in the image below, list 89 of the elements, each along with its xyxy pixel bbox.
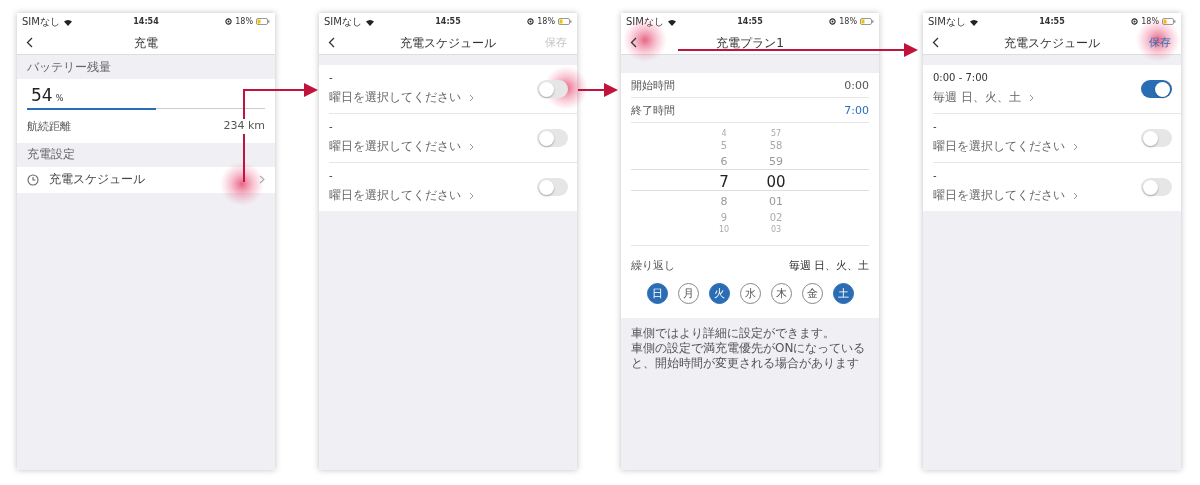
battery-percent: 18% bbox=[1141, 17, 1159, 26]
weekday-toggle[interactable]: 金 bbox=[801, 283, 823, 304]
toggle-switch[interactable] bbox=[1141, 80, 1172, 98]
chevron-icon bbox=[469, 191, 474, 200]
hour-option[interactable]: 7 bbox=[719, 171, 729, 193]
minute-option[interactable]: 00 bbox=[766, 171, 786, 193]
time-value[interactable]: 0:00 bbox=[844, 78, 869, 92]
battery-percentage: 54 bbox=[31, 85, 53, 105]
screen-title: 充電 bbox=[134, 35, 158, 52]
wifi-icon bbox=[666, 17, 677, 26]
weekday-toggle[interactable]: 火 bbox=[708, 283, 730, 304]
carrier-label: SIMなし bbox=[626, 14, 664, 29]
repeat-label: 繰り返し bbox=[631, 258, 675, 273]
range-label: 航続距離 bbox=[27, 118, 71, 134]
carrier-label: SIMなし bbox=[22, 14, 60, 29]
plan-days-link[interactable]: 曜日を選択してください bbox=[329, 187, 474, 204]
screen-title: 充電スケジュール bbox=[1004, 35, 1100, 52]
chevron-icon bbox=[1028, 93, 1034, 102]
wifi-icon bbox=[62, 17, 73, 26]
plan-time: - bbox=[329, 121, 334, 132]
battery-percent: 18% bbox=[235, 17, 253, 26]
carrier-label: SIMなし bbox=[324, 14, 362, 29]
plan-time: - bbox=[933, 170, 938, 181]
weekday-toggle[interactable]: 日 bbox=[646, 283, 668, 304]
tap-highlight bbox=[544, 66, 588, 110]
toggle-switch[interactable] bbox=[537, 80, 568, 98]
section-header: バッテリー残量 bbox=[26, 58, 112, 76]
toggle-switch[interactable] bbox=[1141, 129, 1172, 147]
status-time: 14:55 bbox=[737, 17, 763, 26]
rotation-lock-icon bbox=[829, 18, 837, 25]
time-label: 終了時間 bbox=[631, 102, 675, 118]
hour-option[interactable]: 6 bbox=[720, 153, 728, 171]
percent-unit: % bbox=[55, 94, 64, 103]
back-icon[interactable] bbox=[328, 36, 335, 48]
rotation-lock-icon bbox=[225, 18, 233, 25]
plan-days-link[interactable]: 曜日を選択してください bbox=[329, 89, 474, 106]
toggle-switch[interactable] bbox=[537, 129, 568, 147]
battery-icon bbox=[558, 18, 572, 25]
screen-title: 充電スケジュール bbox=[400, 35, 496, 52]
chevron-icon bbox=[1073, 142, 1078, 151]
section-header: 充電設定 bbox=[26, 146, 76, 163]
range-value: 234 km bbox=[223, 118, 265, 134]
battery-icon bbox=[860, 18, 874, 25]
chevron-icon bbox=[469, 142, 474, 151]
plan-time: 0:00 - 7:00 bbox=[933, 72, 989, 83]
rotation-lock-icon bbox=[527, 18, 535, 25]
screen-title: 充電プラン1 bbox=[716, 35, 784, 52]
plan-days-link[interactable]: 曜日を選択してください bbox=[329, 138, 474, 155]
battery-percent: 18% bbox=[839, 17, 857, 26]
weekday-toggle[interactable]: 月 bbox=[677, 283, 699, 304]
back-icon[interactable] bbox=[26, 36, 33, 48]
hour-option[interactable]: 8 bbox=[720, 193, 728, 211]
wifi-icon bbox=[968, 17, 979, 26]
plan-time: - bbox=[933, 121, 938, 132]
weekday-toggle[interactable]: 水 bbox=[739, 283, 761, 304]
carrier-label: SIMなし bbox=[928, 14, 966, 29]
status-time: 14:55 bbox=[435, 17, 461, 26]
chevron-icon bbox=[1073, 191, 1078, 200]
back-icon[interactable] bbox=[932, 36, 939, 48]
tap-highlight bbox=[1136, 18, 1180, 62]
save-button[interactable]: 保存 bbox=[1147, 32, 1173, 52]
flow-arrow bbox=[577, 83, 618, 97]
minute-option[interactable]: 59 bbox=[769, 153, 783, 171]
plan-days-link[interactable]: 曜日を選択してください bbox=[933, 187, 1078, 204]
status-time: 14:54 bbox=[133, 17, 159, 26]
weekday-toggle[interactable]: 木 bbox=[770, 283, 792, 304]
plan-time: - bbox=[329, 170, 334, 181]
repeat-value: 毎週 日、火、土 bbox=[788, 258, 869, 273]
tap-highlight bbox=[623, 18, 667, 62]
weekday-toggle[interactable]: 土 bbox=[832, 283, 854, 304]
clock-icon bbox=[27, 173, 39, 186]
toggle-switch[interactable] bbox=[537, 178, 568, 196]
plan-days-link[interactable]: 毎週 日、火、土 bbox=[933, 89, 1034, 106]
battery-icon bbox=[256, 18, 270, 25]
tap-highlight bbox=[220, 162, 264, 206]
battery-percent: 18% bbox=[537, 17, 555, 26]
chevron-icon bbox=[259, 175, 265, 184]
note-text: 車側の設定で満充電優先がONになっていると、開始時間が変更される場合があります bbox=[631, 341, 867, 371]
rotation-lock-icon bbox=[1131, 18, 1139, 25]
plan-time: - bbox=[329, 72, 334, 83]
plan-days-link[interactable]: 曜日を選択してください bbox=[933, 138, 1078, 155]
minute-option[interactable]: 01 bbox=[769, 193, 783, 211]
wifi-icon bbox=[364, 17, 375, 26]
time-label: 開始時間 bbox=[631, 77, 675, 93]
status-time: 14:55 bbox=[1039, 17, 1065, 26]
toggle-switch[interactable] bbox=[1141, 178, 1172, 196]
note-text: 車側ではより詳細に設定ができます。 bbox=[631, 326, 836, 341]
chevron-icon bbox=[469, 93, 474, 102]
time-value[interactable]: 7:00 bbox=[844, 103, 869, 117]
